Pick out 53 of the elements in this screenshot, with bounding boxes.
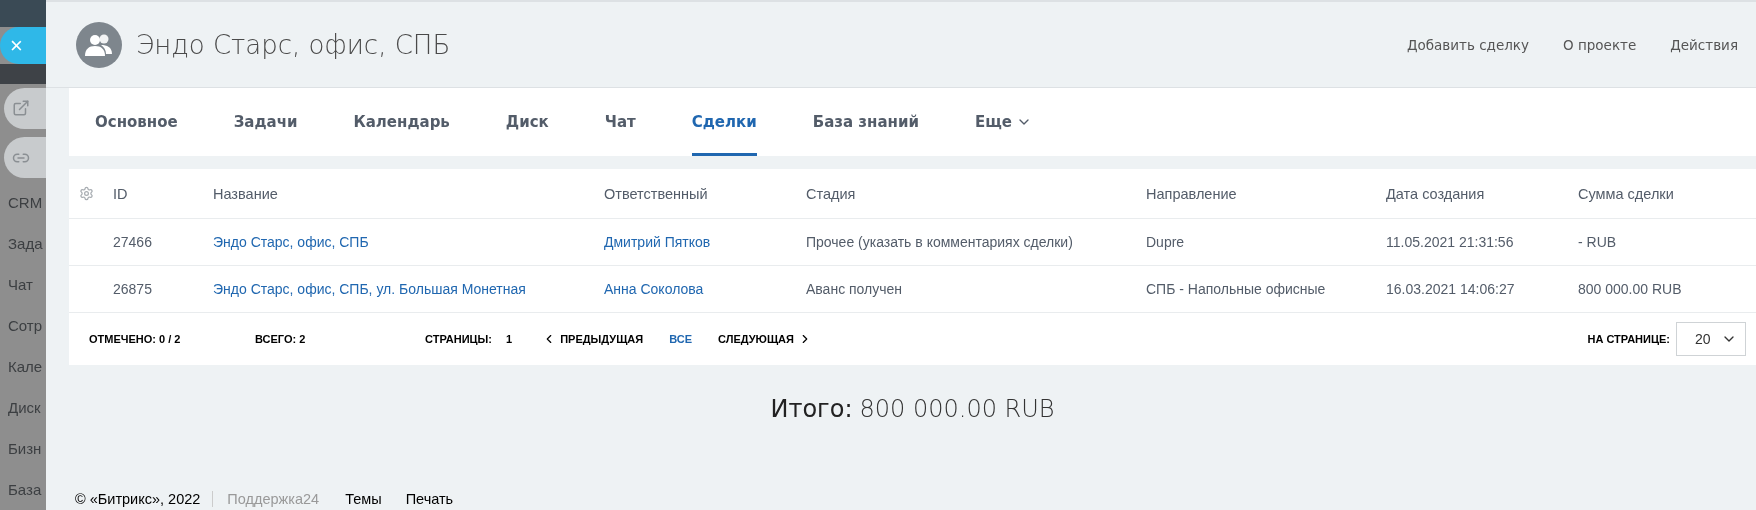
tab[interactable]: Календарь [353,88,450,156]
table-cell-text: 27466 [113,234,153,250]
external-link-icon [12,99,30,118]
header-link[interactable]: Действия [1670,36,1738,53]
column-header[interactable]: Дата создания [1386,185,1578,202]
table-cell-text: Dupre [1146,234,1186,250]
table-cell-text: 16.03.2021 14:06:27 [1386,281,1516,297]
previous-link[interactable]: ПРЕДЫДУЩАЯ [542,332,644,346]
table-cell-text: 26875 [113,281,153,297]
per-page-label: НА СТРАНИЦЕ: [1587,333,1670,345]
header-link[interactable]: О проекте [1563,36,1637,53]
tab[interactable]: База знаний [812,88,919,156]
table-cell-text: 11.05.2021 21:31:56 [1386,234,1515,250]
column-header[interactable]: Направление [1146,185,1386,202]
next-link[interactable]: СЛЕДУЮЩАЯ [718,332,812,346]
page-number: 1 [506,333,513,345]
table-cell-text: СПБ - Напольные офисные [1146,281,1327,297]
tab[interactable]: Задачи [233,88,298,156]
table-cell-text: 800 000.00 RUB [1578,281,1683,297]
table-link[interactable]: Дмитрий Пятков [604,234,806,250]
tab[interactable]: Диск [505,88,549,156]
table-cell-text: Аванс получен [806,281,904,297]
copy-link-button[interactable] [4,137,46,178]
dark-band [0,64,46,84]
page-title: Эндо Старс, офис, СПБ [136,29,452,60]
pages-label: СТРАНИЦЫ: [425,333,493,345]
table-link[interactable]: Анна Соколова [604,281,806,297]
total-value: 800 000.00 RUB [859,395,1055,423]
header-link[interactable]: Добавить сделку [1406,36,1530,53]
top-bar [0,0,46,28]
table-cell-text: Прочее (указать в комментариях сделки) [806,234,1074,250]
all-link[interactable]: ВСЕ [669,333,693,345]
column-header[interactable]: Стадия [806,185,1146,202]
tab[interactable]: Еще [974,88,1032,156]
total-count: ВСЕГО: 2 [255,333,307,345]
settings-icon[interactable] [79,186,94,201]
column-header[interactable]: Сумма сделки [1578,185,1756,202]
column-header[interactable]: ID [113,185,213,202]
tab[interactable]: Чат [604,88,636,156]
table-link[interactable]: Эндо Старс, офис, СПБ, ул. Большая Монетная [213,281,604,297]
table-cell-text: - RUB [1578,234,1618,250]
tab[interactable]: Сделки [691,88,757,156]
column-header[interactable]: Название [213,185,604,202]
footer-link[interactable]: Темы [345,491,382,507]
table-link[interactable]: Эндо Старс, офис, СПБ [213,234,604,250]
total-label: Итого: [770,395,853,423]
tab[interactable]: Основное [95,88,178,156]
column-header[interactable]: Ответственный [604,185,806,202]
per-page-select[interactable]: 20 [1676,322,1746,356]
checked-count: ОТМЕЧЕНО: 0 / 2 [89,333,182,345]
open-external-button[interactable] [4,88,46,129]
footer-link[interactable]: Печать [405,491,454,507]
copyright-text: © «Битрикс», 2022 [75,491,214,507]
